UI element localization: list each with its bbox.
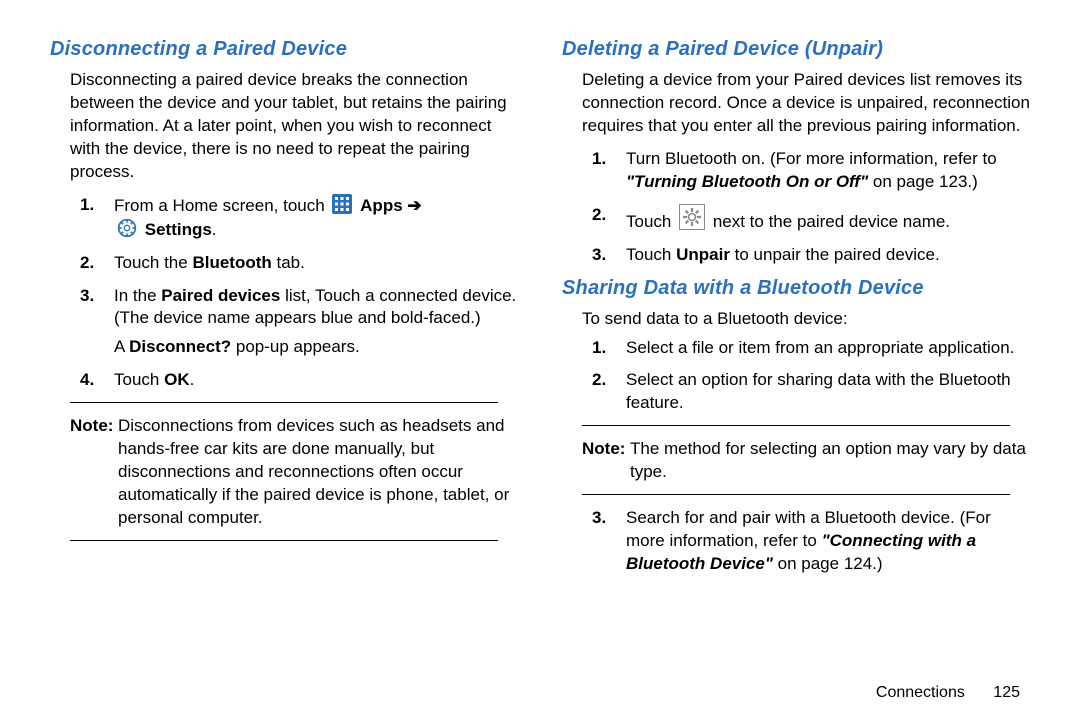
- page-footer: Connections 125: [876, 684, 1020, 702]
- right-column: Deleting a Paired Device (Unpair) Deleti…: [562, 38, 1030, 586]
- step-number: 2.: [80, 252, 94, 275]
- step-2: 2. Touch the Bluetooth tab.: [50, 252, 518, 275]
- para-sharing-intro: To send data to a Bluetooth device:: [562, 308, 1030, 331]
- note-disconnecting: Note: Disconnections from devices such a…: [50, 415, 518, 530]
- step-number: 1.: [80, 194, 94, 217]
- step-number: 1.: [592, 148, 606, 171]
- step-number: 1.: [592, 337, 606, 360]
- step-number: 3.: [592, 507, 606, 530]
- gear-box-icon: [679, 204, 705, 230]
- label-apps: Apps: [360, 196, 403, 215]
- page-body: Disconnecting a Paired Device Disconnect…: [0, 0, 1080, 586]
- step-number: 2.: [592, 204, 606, 227]
- footer-chapter: Connections: [876, 684, 965, 701]
- label-settings: Settings: [145, 220, 212, 239]
- step-number: 3.: [592, 244, 606, 267]
- step-d2: 2. Touch: [562, 204, 1030, 234]
- heading-sharing: Sharing Data with a Bluetooth Device: [562, 277, 1030, 300]
- divider: [582, 494, 1010, 495]
- para-disconnecting-intro: Disconnecting a paired device breaks the…: [50, 69, 518, 184]
- steps-sharing: 1. Select a file or item from an appropr…: [562, 337, 1030, 416]
- divider: [70, 540, 498, 541]
- divider: [70, 402, 498, 403]
- divider: [582, 425, 1010, 426]
- steps-sharing-cont: 3. Search for and pair with a Bluetooth …: [562, 507, 1030, 576]
- note-label: Note:: [582, 438, 625, 461]
- step-number: 4.: [80, 369, 94, 392]
- step-s1: 1. Select a file or item from an appropr…: [562, 337, 1030, 360]
- left-column: Disconnecting a Paired Device Disconnect…: [50, 38, 518, 586]
- heading-disconnecting: Disconnecting a Paired Device: [50, 38, 518, 61]
- note-label: Note:: [70, 415, 113, 438]
- para-deleting-intro: Deleting a device from your Paired devic…: [562, 69, 1030, 138]
- apps-grid-icon: [332, 194, 352, 214]
- settings-gear-icon: [117, 218, 137, 238]
- step-1: 1. From a Home screen, touch Apps ➔: [50, 194, 518, 242]
- heading-deleting: Deleting a Paired Device (Unpair): [562, 38, 1030, 61]
- step-s2: 2. Select an option for sharing data wit…: [562, 369, 1030, 415]
- step-number: 3.: [80, 285, 94, 308]
- step-4: 4. Touch OK.: [50, 369, 518, 392]
- step-s3: 3. Search for and pair with a Bluetooth …: [562, 507, 1030, 576]
- footer-page-number: 125: [993, 684, 1020, 701]
- steps-disconnecting: 1. From a Home screen, touch Apps ➔: [50, 194, 518, 393]
- step-d3: 3. Touch Unpair to unpair the paired dev…: [562, 244, 1030, 267]
- note-sharing: Note: The method for selecting an option…: [562, 438, 1030, 484]
- step-3: 3. In the Paired devices list, Touch a c…: [50, 285, 518, 360]
- step-d1: 1. Turn Bluetooth on. (For more informat…: [562, 148, 1030, 194]
- steps-deleting: 1. Turn Bluetooth on. (For more informat…: [562, 148, 1030, 267]
- step-number: 2.: [592, 369, 606, 392]
